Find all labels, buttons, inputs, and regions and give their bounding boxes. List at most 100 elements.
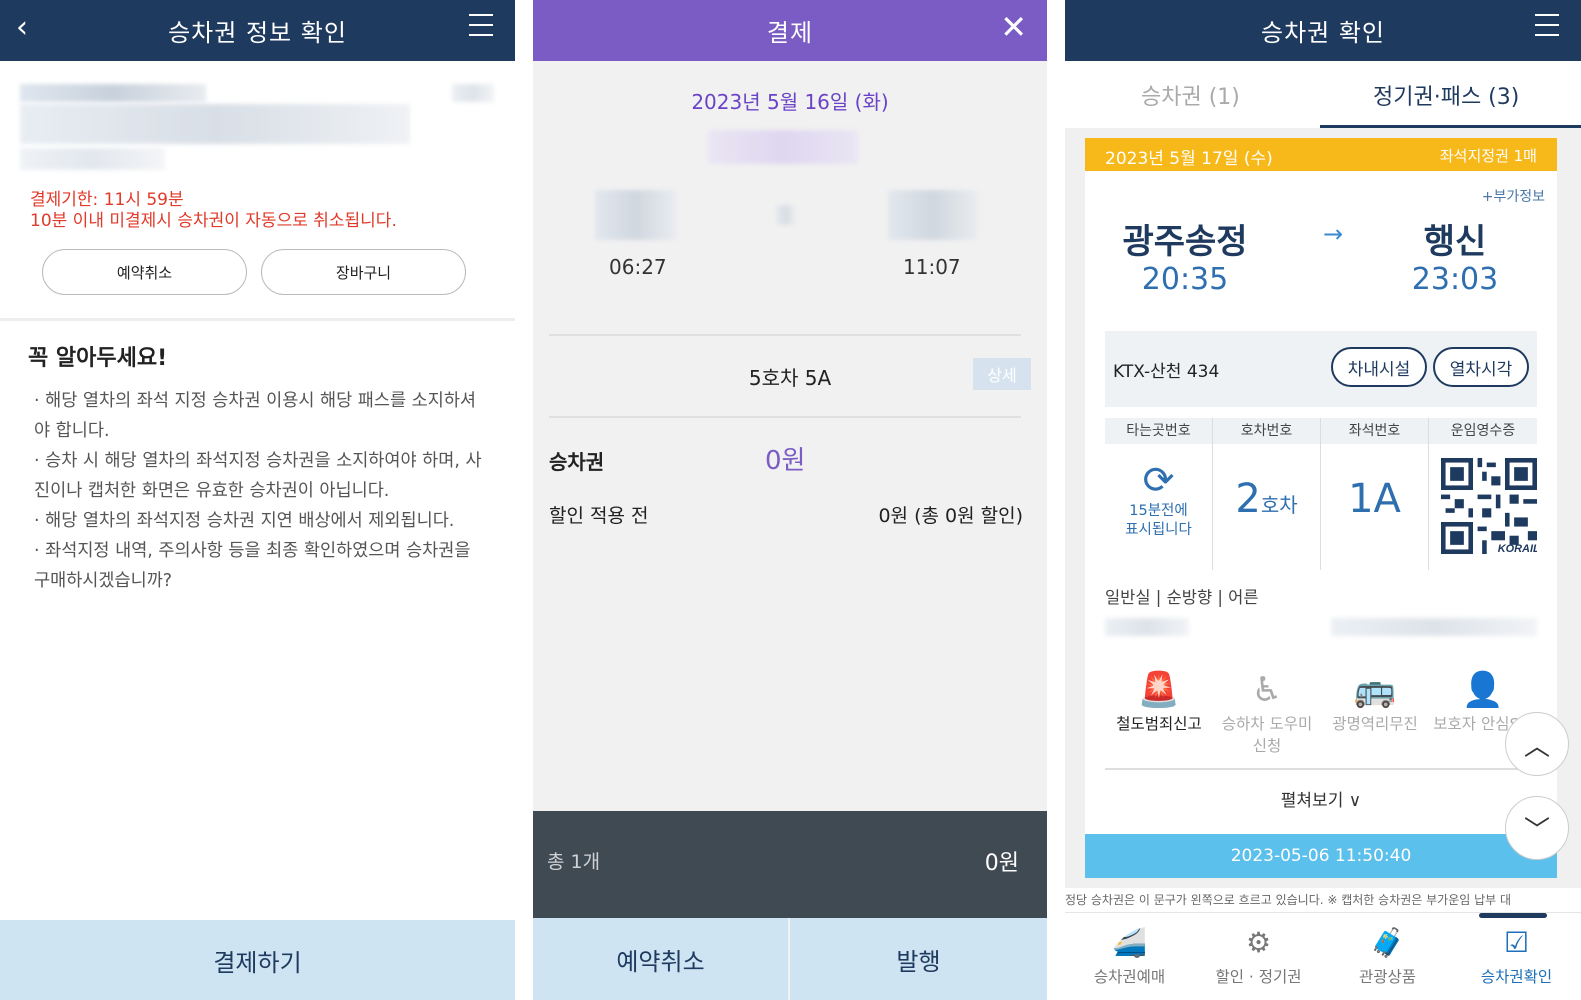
before-discount-label: 할인 적용 전 [549, 505, 649, 527]
schedule-button[interactable]: 열차시각 [1433, 347, 1529, 387]
blurred-price [1331, 618, 1537, 636]
ticket-info-screen: ‹ 승차권 정보 확인 결제기한: 11시 59분 10분 이내 미결제시 승차… [0, 0, 515, 1000]
nav-label: 할인 · 정기권 [1215, 968, 1302, 986]
receipt-cell: 운임영수증 KORAIL [1429, 418, 1537, 570]
nav-ticket-check[interactable]: ☑ 승차권확인 [1452, 921, 1581, 987]
cancel-reservation-button[interactable]: 예약취소 [42, 249, 247, 295]
korail-label: KORAIL [1498, 543, 1537, 554]
nav-tour[interactable]: 🧳 관광상품 [1323, 921, 1452, 987]
ticket-check-icon: ☑ [1503, 926, 1530, 959]
departure-time: 06:27 [609, 255, 667, 279]
discount-icon: ⚙ [1245, 926, 1272, 959]
divider [549, 334, 1021, 336]
menu-icon[interactable] [469, 14, 493, 36]
car-suffix: 호차 [1260, 493, 1298, 517]
departure-time: 20:35 [1141, 262, 1229, 297]
train-row: KTX-산천 434 차내시설 열차시각 [1105, 331, 1537, 407]
divider [549, 416, 1021, 418]
blurred-arrow [776, 205, 796, 225]
nav-label: 관광상품 [1358, 968, 1417, 986]
divider [1105, 768, 1537, 770]
page-title: 승차권 확인 [1260, 19, 1386, 47]
scroll-down-button[interactable]: ﹀ [1505, 796, 1569, 860]
service-label: 철도범죄신고 [1116, 715, 1202, 733]
page-title: 결제 [766, 19, 814, 47]
back-icon[interactable]: ‹ [16, 10, 28, 45]
pay-button[interactable]: 결제하기 [0, 920, 515, 1000]
chevron-down-icon: ﹀ [1523, 815, 1550, 846]
payment-deadline: 결제기한: 11시 59분 10분 이내 미결제시 승차권이 자동으로 취소됩니… [30, 190, 397, 232]
col-header: 호차번호 [1213, 418, 1320, 444]
service-icons: 🚨 철도범죄신고 ♿ 승하차 도우미 신청 🚌 광명역리무진 👤 보호자 안심S… [1105, 668, 1537, 764]
ticket-label: 승차권 [549, 450, 605, 474]
notice-item: · 승차 시 해당 열차의 좌석지정 승차권을 소지하여야 하며, 사진이나 캡… [34, 451, 482, 501]
qr-code-icon[interactable]: KORAIL [1441, 458, 1537, 554]
blurred-passenger [1105, 618, 1189, 636]
refresh-icon[interactable]: ⟳ [1105, 458, 1212, 502]
col-header: 좌석번호 [1321, 418, 1428, 444]
notice-title: 꼭 알아두세요! [28, 346, 168, 371]
car-number-value: 2 [1235, 476, 1261, 522]
header-bar: 결제 ✕ [533, 0, 1047, 61]
facility-button[interactable]: 차내시설 [1331, 347, 1427, 387]
crime-report-item[interactable]: 🚨 철도범죄신고 [1105, 668, 1213, 734]
nav-ticket-booking[interactable]: 🚄 승차권예매 [1065, 921, 1194, 987]
car-number: 2호차 [1213, 476, 1320, 522]
col-header: 운임영수증 [1429, 418, 1537, 444]
tab-tickets[interactable]: 승차권 (1) [1141, 79, 1240, 111]
menu-icon[interactable] [1535, 14, 1559, 36]
tab-bar: 승차권 (1) 정기권·패스 (3) [1065, 61, 1581, 128]
issue-button[interactable]: 발행 [790, 918, 1047, 1000]
service-label: 광명역리무진 [1332, 715, 1418, 733]
divider [0, 318, 515, 321]
ticket-price: 0원 [765, 446, 806, 476]
nav-label: 승차권확인 [1480, 968, 1553, 986]
ticket-card-header: 2023년 5월 17일 (수) 좌석지정권 1매 [1085, 138, 1557, 171]
arrival-time: 11:07 [903, 255, 961, 279]
luggage-icon: 🧳 [1370, 926, 1405, 959]
train-name: KTX-산천 434 [1113, 362, 1220, 382]
arrow-right-icon: → [1323, 220, 1344, 248]
expand-button[interactable]: 펼쳐보기 ∨ [1085, 786, 1557, 811]
ticket-detail-grid: 타는곳번호 ⟳ 15분전에 표시됩니다 호차번호 2호차 좌석번호 1A 운임영… [1105, 418, 1537, 570]
header-bar: 승차권 확인 [1065, 0, 1581, 61]
notice-item: · 해당 열차의 좌석지정 승차권 지연 배상에서 제외됩니다. [34, 511, 455, 531]
boarding-helper-item[interactable]: ♿ 승하차 도우미 신청 [1213, 668, 1321, 756]
seat-cell: 좌석번호 1A [1321, 418, 1429, 570]
cancel-reservation-button[interactable]: 예약취소 [533, 918, 788, 1000]
before-discount-value: 0원 (총 0원 할인) [878, 505, 1023, 527]
close-icon[interactable]: ✕ [1000, 8, 1027, 46]
scroll-up-button[interactable]: ︿ [1505, 712, 1569, 776]
nav-discount[interactable]: ⚙ 할인 · 정기권 [1194, 921, 1323, 987]
wheelchair-icon: ♿ [1251, 670, 1283, 710]
bottom-nav: 🚄 승차권예매 ⚙ 할인 · 정기권 🧳 관광상품 ☑ 승차권확인 [1065, 912, 1581, 1000]
ticket-check-screen: 승차권 확인 승차권 (1) 정기권·패스 (3) 2023년 5월 17일 (… [1065, 0, 1581, 1000]
panel-gap [1047, 0, 1065, 1000]
seat-number: 1A [1348, 476, 1401, 522]
col-header: 타는곳번호 [1105, 418, 1212, 444]
blurred-route [20, 104, 410, 144]
car-cell: 호차번호 2호차 [1213, 418, 1321, 570]
service-label: 승하차 도우미 신청 [1221, 715, 1313, 755]
bus-icon: 🚌 [1353, 670, 1397, 710]
platform-cell: 타는곳번호 ⟳ 15분전에 표시됩니다 [1105, 418, 1213, 570]
limousine-item[interactable]: 🚌 광명역리무진 [1321, 668, 1429, 734]
ktx-train-icon: 🚄 [1112, 926, 1147, 959]
arrival-station: 행신 [1423, 222, 1487, 262]
travel-date: 2023년 5월 16일 (화) [691, 90, 889, 114]
chevron-up-icon: ︿ [1523, 731, 1550, 762]
ticket-date: 2023년 5월 17일 (수) [1105, 149, 1273, 169]
tab-passes[interactable]: 정기권·패스 (3) [1373, 79, 1519, 111]
cart-button[interactable]: 장바구니 [261, 249, 466, 295]
active-nav-indicator [1479, 913, 1547, 918]
nav-label: 승차권예매 [1093, 968, 1166, 986]
ticket-card: 2023년 5월 17일 (수) 좌석지정권 1매 +부가정보 광주송정 20:… [1085, 138, 1557, 878]
detail-button[interactable]: 상세 [973, 358, 1031, 390]
deadline-time: 결제기한: 11시 59분 [30, 190, 184, 210]
blurred-train-info [20, 84, 206, 102]
extra-info-link[interactable]: +부가정보 [1482, 186, 1545, 206]
blurred-arrival-station [888, 190, 978, 240]
arrival-time: 23:03 [1411, 262, 1499, 297]
blurred-train-name [708, 130, 858, 164]
ticket-type: 좌석지정권 1매 [1439, 147, 1537, 165]
